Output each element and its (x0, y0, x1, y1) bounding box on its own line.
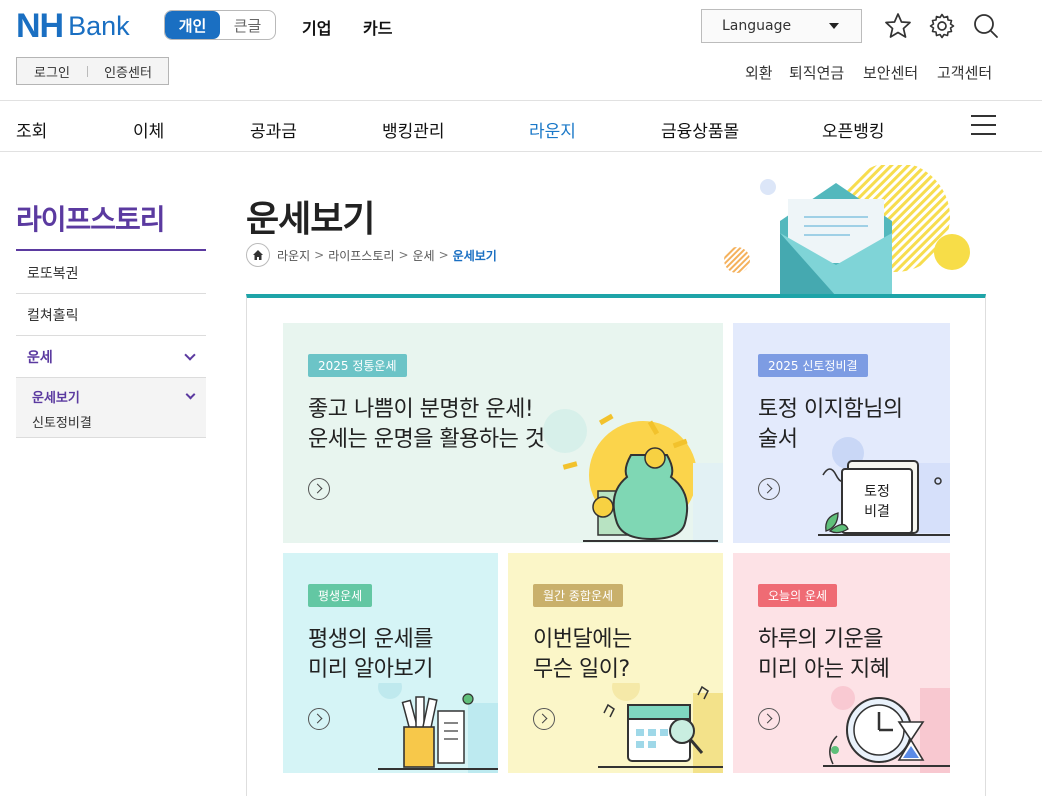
breadcrumb-item[interactable]: 라이프스토리 (328, 247, 394, 264)
clock-hourglass-icon (823, 686, 950, 773)
util-link-security[interactable]: 보안센터 (863, 62, 918, 83)
mode-toggle: 개인 큰글 (164, 10, 276, 40)
arrow-right-icon[interactable] (758, 708, 780, 730)
nh-bank-logo[interactable]: NH Bank (16, 8, 130, 44)
lnb-item-lotto[interactable]: 로또복권 (16, 252, 206, 294)
lnb-submenu: 운세보기 신토정비결 (16, 378, 206, 438)
lnb-item-fortune[interactable]: 운세 (16, 336, 206, 378)
page-title: 운세보기 (246, 199, 375, 240)
arrow-right-icon[interactable] (533, 708, 555, 730)
breadcrumb-item[interactable]: 운세 (413, 247, 435, 264)
money-bag-icon (543, 409, 723, 543)
calendar-icon (598, 683, 723, 773)
card-text: 좋고 나쁨이 분명한 운세! 운세는 운명을 활용하는 것 (308, 397, 545, 452)
logo-bank: Bank (68, 11, 130, 41)
card-monthly-fortune[interactable]: 월간 종합운세 이번달에는 무슨 일이? (508, 553, 723, 773)
lnb-item-culture[interactable]: 컬쳐홀릭 (16, 294, 206, 336)
gnb-item-open-banking[interactable]: 오픈뱅킹 (822, 117, 885, 142)
pencil-cup-icon (378, 683, 498, 773)
arrow-right-icon[interactable] (758, 478, 780, 500)
lnb-item-label: 로또복권 (27, 265, 79, 282)
book-label-1: 토정 (864, 484, 890, 500)
lnb-item-label: 컬쳐홀릭 (27, 307, 79, 324)
card-text: 평생의 운세를 미리 알아보기 (308, 627, 433, 682)
gnb-item-transfer[interactable]: 이체 (133, 117, 164, 142)
star-icon[interactable] (884, 12, 912, 40)
util-link-customer-center[interactable]: 고객센터 (937, 62, 992, 83)
gear-icon[interactable] (928, 12, 956, 40)
chevron-down-icon (184, 349, 196, 361)
business-link[interactable]: 기업 (302, 15, 331, 39)
card-tag: 2025 신토정비결 (758, 354, 868, 377)
gnb-item-inquiry[interactable]: 조회 (16, 117, 47, 142)
envelope-illustration (724, 165, 970, 296)
caret-down-icon (829, 23, 839, 29)
card-lifetime-fortune[interactable]: 평생운세 평생의 운세를 미리 알아보기 (283, 553, 498, 773)
util-link-foreign-exchange[interactable]: 외환 (745, 62, 773, 83)
menu-icon[interactable] (971, 115, 996, 137)
book-icon: 토정 비결 (818, 437, 950, 536)
card-text: 하루의 기운을 미리 아는 지혜 (758, 627, 890, 682)
breadcrumb-item[interactable]: 라운지 (277, 247, 310, 264)
chevron-down-icon (185, 389, 196, 400)
home-icon[interactable] (246, 243, 270, 267)
arrow-right-icon[interactable] (308, 478, 330, 500)
arrow-right-icon[interactable] (308, 708, 330, 730)
search-icon[interactable] (972, 12, 1000, 40)
card-tag: 평생운세 (308, 584, 373, 607)
card-tojeong-secret[interactable]: 2025 신토정비결 토정 이지함님의 술서 토정 비결 (733, 323, 950, 543)
breadcrumb: 라운지 > 라이프스토리 > 운세 > 운세보기 (246, 243, 497, 267)
card-tag: 월간 종합운세 (533, 584, 624, 607)
lnb-sub-item-fortune-view[interactable]: 운세보기 (32, 387, 80, 406)
gnb-item-financial-mall[interactable]: 금융상품몰 (661, 117, 739, 142)
gnb-item-utility-bills[interactable]: 공과금 (250, 117, 297, 142)
card-traditional-fortune[interactable]: 2025 정통운세 좋고 나쁨이 분명한 운세! 운세는 운명을 활용하는 것 (283, 323, 723, 543)
mode-large-text-button[interactable]: 큰글 (220, 11, 275, 39)
lnb-title: 라이프스토리 (16, 203, 166, 236)
chevron-right-icon: > (314, 248, 325, 262)
mode-personal-button[interactable]: 개인 (165, 11, 220, 39)
card-link[interactable]: 카드 (363, 15, 392, 39)
gnb-item-lounge[interactable]: 라운지 (529, 117, 576, 142)
card-today-fortune[interactable]: 오늘의 운세 하루의 기운을 미리 아는 지혜 (733, 553, 950, 773)
breadcrumb-current: 운세보기 (452, 248, 497, 263)
util-link-pension[interactable]: 퇴직연금 (789, 62, 844, 83)
card-text: 이번달에는 무슨 일이? (533, 627, 632, 682)
language-select[interactable]: Language (701, 9, 862, 43)
language-label: Language (722, 18, 792, 34)
card-tag: 2025 정통운세 (308, 354, 407, 377)
login-button[interactable]: 로그인 (17, 62, 87, 81)
lnb-item-label: 운세 (27, 349, 53, 366)
lnb-sub-item-tojeong[interactable]: 신토정비결 (32, 412, 92, 431)
card-tag: 오늘의 운세 (758, 584, 838, 607)
global-nav: 조회 이체 공과금 뱅킹관리 라운지 금융상품몰 오픈뱅킹 (0, 100, 1042, 152)
book-label-2: 비결 (864, 504, 890, 520)
lnb-divider (16, 249, 206, 251)
chevron-right-icon: > (438, 248, 449, 262)
chevron-right-icon: > (398, 248, 409, 262)
certificate-center-button[interactable]: 인증센터 (88, 62, 168, 81)
logo-nh: NH (16, 7, 64, 45)
auth-box: 로그인 인증센터 (16, 57, 169, 85)
gnb-item-banking-management[interactable]: 뱅킹관리 (382, 117, 445, 142)
